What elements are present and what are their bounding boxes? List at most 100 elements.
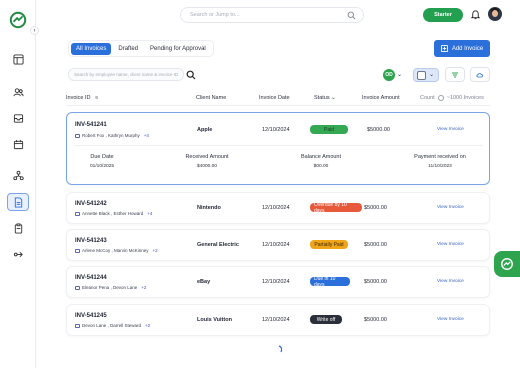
grid-icon	[417, 71, 426, 80]
assignees: Robert Fox , Kathryn Murphy +4	[75, 133, 149, 138]
view-invoice-link[interactable]: View Invoice	[437, 317, 464, 322]
header-count-label: Count	[420, 95, 435, 101]
invoice-search-input[interactable]: Search by employee name, client name & i…	[68, 68, 184, 81]
header-status-label: Status	[314, 95, 330, 101]
status-badge: Due in 10 days	[310, 276, 350, 288]
invoice-id[interactable]: INV-541241	[75, 122, 107, 128]
sidebar-item-invoices[interactable]	[7, 193, 29, 211]
sidebar-item-people[interactable]	[7, 83, 29, 101]
invoice-amount: $5000.00	[364, 317, 387, 323]
loading-spinner-icon	[278, 345, 283, 353]
sidebar-item-integrations[interactable]	[7, 245, 29, 263]
cloud-upload-button[interactable]	[470, 67, 490, 82]
users-icon	[12, 87, 24, 96]
chevron-down-icon[interactable]: ⌄	[397, 71, 402, 78]
invoice-id[interactable]: INV-541244	[75, 275, 107, 281]
avatar[interactable]	[488, 7, 502, 21]
add-invoice-label: Add Invoice	[451, 45, 484, 52]
header-invoice-id[interactable]: Invoice ID ≡	[66, 95, 98, 101]
status-badge: Overdue by 10 days	[310, 202, 362, 214]
assignee-names: Arlene McCoy , Marvin McKinney	[82, 248, 149, 253]
chevron-down-icon: ⌄	[429, 72, 435, 78]
plan-button[interactable]: Starter	[423, 8, 463, 22]
floating-app-button[interactable]	[494, 251, 520, 277]
assignee-more[interactable]: +2	[153, 248, 158, 253]
clipboard-icon	[14, 222, 22, 234]
payment-received-label: Payment received on	[414, 154, 466, 160]
status-badge: Partially Paid	[310, 240, 348, 249]
sidebar-item-dashboard[interactable]	[7, 50, 29, 68]
assignees: Eleanor Pena , Devon Lane +2	[75, 285, 146, 290]
assignee-more[interactable]: +4	[144, 133, 149, 138]
header-count: Count ~1000 Invoices	[420, 95, 484, 101]
invoice-date: 12/10/2024	[262, 205, 290, 211]
assignee-names: Robert Fox , Kathryn Murphy	[82, 133, 140, 138]
invoice-date: 12/10/2024	[262, 279, 290, 285]
assignee-more[interactable]: +2	[145, 323, 150, 328]
mail-icon	[75, 323, 80, 328]
assignees: Devon Lane , Darrell Steward +2	[75, 323, 150, 328]
status-badge: Paid	[310, 125, 348, 134]
tab-drafted[interactable]: Drafted	[113, 43, 143, 55]
filter-button[interactable]	[445, 67, 465, 82]
client-name: General Electric	[197, 242, 239, 248]
invoice-amount: $5000.00	[364, 205, 387, 211]
sidebar-item-workflow[interactable]	[7, 166, 29, 184]
view-invoice-link[interactable]: View Invoice	[437, 279, 464, 284]
header-invoice-id-label: Invoice ID	[66, 95, 91, 101]
assignee-names: Eleanor Pena , Devon Lane	[82, 285, 138, 290]
divider	[66, 105, 490, 106]
header-client-name: Client Name	[196, 95, 227, 101]
calendar-icon	[13, 139, 23, 149]
search-icon[interactable]	[186, 70, 196, 80]
table-row[interactable]: INV-541244 Eleanor Pena , Devon Lane +2 …	[66, 266, 490, 298]
invoice-date: 12/10/2024	[262, 242, 290, 248]
view-toggle[interactable]: ⌄	[413, 68, 439, 82]
received-amount-label: Received Amount	[185, 154, 229, 160]
status-badge: Write off	[310, 315, 342, 324]
invoice-date: 12/10/2024	[262, 317, 290, 323]
assignee-more[interactable]: +4	[147, 211, 152, 216]
mail-icon	[75, 211, 80, 216]
add-invoice-button[interactable]: Add Invoice	[434, 40, 490, 57]
table-row[interactable]: INV-541243 Arlene McCoy , Marvin McKinne…	[66, 229, 490, 261]
tab-all-invoices[interactable]: All Invoices	[71, 42, 112, 55]
due-date-value: 01/10/2025	[89, 164, 114, 169]
view-invoice-link[interactable]: View Invoice	[437, 205, 464, 210]
header-status[interactable]: Status ⌄	[314, 95, 336, 101]
invoice-icon	[14, 196, 22, 208]
view-invoice-link[interactable]: View Invoice	[437, 242, 464, 247]
inbox-icon	[13, 113, 23, 123]
sidebar	[0, 0, 36, 368]
sidebar-item-calendar[interactable]	[7, 135, 29, 153]
assignees: Annette Black , Esther Howard +4	[75, 211, 152, 216]
global-search[interactable]: Search or Jump to...	[180, 7, 364, 23]
search-icon	[347, 11, 356, 20]
header-count-value: ~1000 Invoices	[446, 95, 484, 101]
invoice-amount: $5000.00	[367, 127, 390, 133]
assignee-more[interactable]: +2	[141, 285, 146, 290]
collapse-sidebar-button[interactable]: ›	[30, 26, 39, 35]
table-row[interactable]: INV-541242 Annette Black , Esther Howard…	[66, 192, 490, 224]
logo-icon[interactable]	[9, 11, 27, 29]
view-invoice-link[interactable]: View Invoice	[437, 127, 464, 132]
invoice-id[interactable]: INV-541242	[75, 201, 107, 207]
mail-icon	[75, 133, 80, 138]
received-amount-value: $4000.00	[196, 164, 217, 169]
invoice-search-placeholder: Search by employee name, client name & i…	[74, 72, 179, 77]
invoice-id[interactable]: INV-541243	[75, 238, 107, 244]
balance-amount-value: $00.00	[313, 164, 329, 169]
table-row[interactable]: INV-541245 Devon Lane , Darrell Steward …	[66, 304, 490, 336]
filter-lines-icon[interactable]: ≡	[95, 95, 98, 101]
table-row[interactable]: INV-541241 Robert Fox , Kathryn Murphy +…	[66, 112, 490, 185]
sidebar-item-inbox[interactable]	[7, 109, 29, 127]
plug-icon	[13, 251, 23, 257]
bell-icon[interactable]	[470, 9, 481, 20]
user-filter-avatar[interactable]: OD	[383, 69, 395, 81]
tab-pending-approval[interactable]: Pending for Approval	[145, 43, 211, 55]
invoice-id[interactable]: INV-541245	[75, 313, 107, 319]
sidebar-item-clipboard[interactable]	[7, 219, 29, 237]
invoice-tabs: All Invoices Drafted Pending for Approva…	[68, 40, 214, 57]
client-name: eBay	[197, 279, 211, 285]
divider	[75, 145, 483, 146]
